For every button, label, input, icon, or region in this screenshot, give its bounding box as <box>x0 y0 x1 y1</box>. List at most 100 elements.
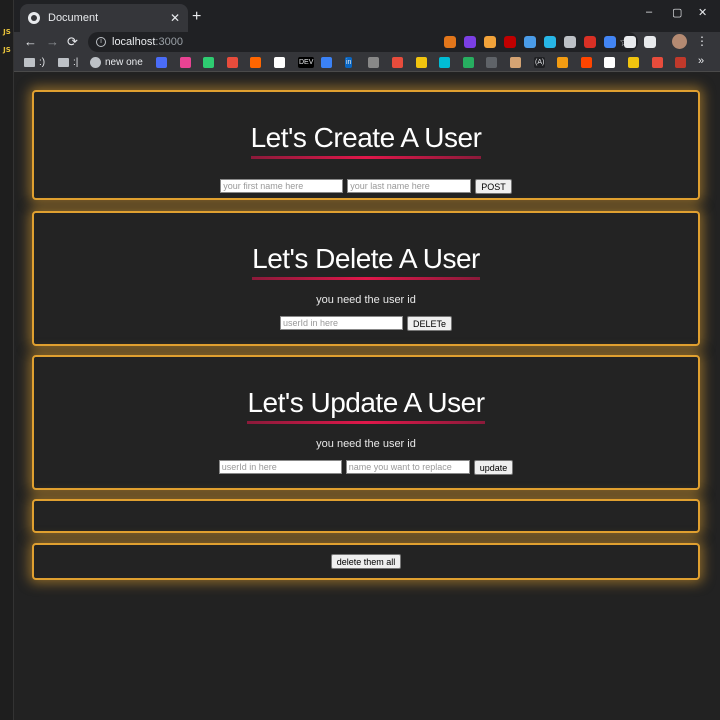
bookmark-bear[interactable] <box>510 56 521 68</box>
last-name-input[interactable] <box>347 179 472 193</box>
compass-icon[interactable] <box>524 36 536 48</box>
c-icon <box>156 56 167 68</box>
folder-icon <box>58 57 69 67</box>
info-icon[interactable]: i <box>96 37 106 47</box>
globe-icon <box>28 12 40 24</box>
reddit-icon <box>581 56 592 68</box>
bookmark-check[interactable] <box>463 56 474 68</box>
create-user-heading: Let's Create A User <box>250 122 482 159</box>
ublock-icon[interactable] <box>504 36 516 48</box>
close-window-button[interactable]: ✕ <box>698 6 707 19</box>
delete-user-heading: Let's Delete A User <box>252 243 480 280</box>
bookmark-a[interactable]: (A) <box>534 56 546 68</box>
bookmark-new-one[interactable]: new one <box>90 56 143 68</box>
close-tab-icon[interactable]: ✕ <box>170 11 180 25</box>
dev-icon: DEV <box>298 56 315 68</box>
bookmark-bicep[interactable] <box>628 56 639 68</box>
bookmark-folder-smile[interactable]: :) <box>24 56 45 68</box>
bookmark-github[interactable] <box>604 56 615 68</box>
update-note: you need the user id <box>316 438 416 450</box>
chrome-menu-icon[interactable]: ⋮ <box>696 34 708 48</box>
bookmark-square[interactable] <box>675 56 686 68</box>
bookmark-y[interactable] <box>250 56 261 68</box>
bookmark-box[interactable] <box>557 56 568 68</box>
bookmark-tag[interactable] <box>652 56 663 68</box>
update-user-card: Let's Update A User you need the user id… <box>32 355 700 490</box>
bookmark-linkedin[interactable]: in <box>345 56 353 68</box>
bookmark-folder-neutral[interactable]: :| <box>58 56 78 68</box>
new-tab-button[interactable]: + <box>192 8 201 26</box>
post-button[interactable]: POST <box>475 179 512 194</box>
bookmark-c[interactable] <box>156 56 167 68</box>
browser-window: Document ✕ + – ▢ ✕ ← → ⟳ i localhost :30… <box>14 0 720 720</box>
bookmark-label: :| <box>73 56 79 68</box>
github-icon <box>604 56 615 68</box>
bookmark-ih[interactable] <box>274 56 285 68</box>
maximize-button[interactable]: ▢ <box>672 6 682 19</box>
update-user-heading: Let's Update A User <box>247 387 485 424</box>
shield-icon[interactable] <box>604 36 616 48</box>
js-file-icon: JS <box>3 28 11 36</box>
bookmark-label: new one <box>105 56 143 68</box>
code-icon <box>203 56 214 68</box>
back-button[interactable]: ← <box>24 34 37 49</box>
update-user-id-input[interactable] <box>218 460 342 474</box>
bookmark-dev[interactable]: DEV <box>298 56 315 68</box>
tab-document[interactable]: Document ✕ <box>20 4 188 32</box>
fox-icon[interactable] <box>444 36 456 48</box>
puzzle-icon[interactable] <box>624 36 636 48</box>
minimize-button[interactable]: – <box>646 6 652 18</box>
bookmark-code[interactable] <box>203 56 214 68</box>
bookmark-reddit[interactable] <box>581 56 592 68</box>
check-icon <box>463 56 474 68</box>
delete-all-button[interactable]: delete them all <box>330 554 402 569</box>
y-icon <box>250 56 261 68</box>
bookmark-k[interactable] <box>439 56 450 68</box>
bookmark-pulse[interactable] <box>227 56 238 68</box>
mail-icon[interactable] <box>584 36 596 48</box>
replace-name-input[interactable] <box>345 460 470 474</box>
star-icon <box>180 56 191 68</box>
editor-strip: JS JS <box>0 0 14 720</box>
feather-icon[interactable] <box>484 36 496 48</box>
pulse-icon <box>227 56 238 68</box>
bookmark-p[interactable] <box>392 56 403 68</box>
bookmark-star[interactable] <box>180 56 191 68</box>
p-icon <box>392 56 403 68</box>
bookmark-key[interactable] <box>416 56 427 68</box>
create-user-card: Let's Create A User POST <box>32 90 700 200</box>
delete-button[interactable]: DELETe <box>406 316 453 331</box>
a-icon: (A) <box>534 56 546 68</box>
more-bookmarks-icon[interactable]: » <box>698 55 704 67</box>
key-icon <box>416 56 427 68</box>
bookmark-drop2[interactable] <box>486 56 497 68</box>
menu-icon <box>368 56 379 68</box>
url-port: :3000 <box>155 36 183 48</box>
url-host: localhost <box>112 36 156 48</box>
drop-icon[interactable] <box>544 36 556 48</box>
forward-button[interactable]: → <box>46 34 59 49</box>
js-file-icon: JS <box>3 46 11 54</box>
reload-button[interactable]: ⟳ <box>67 34 78 50</box>
update-button[interactable]: update <box>473 460 514 475</box>
profile-avatar[interactable] <box>672 34 687 49</box>
page-content: Let's Create A User POST Let's Delete A … <box>14 72 720 720</box>
glasses-icon[interactable] <box>564 36 576 48</box>
bicep-icon <box>628 56 639 68</box>
delete-user-id-input[interactable] <box>279 316 403 330</box>
playlist-icon[interactable] <box>644 36 656 48</box>
bookmark-menu[interactable] <box>368 56 379 68</box>
first-name-input[interactable] <box>220 179 344 193</box>
folder-icon <box>24 57 35 67</box>
delete-user-card: Let's Delete A User you need the user id… <box>32 211 700 346</box>
wordpress-icon <box>90 56 101 68</box>
bookmark-diamond[interactable] <box>321 56 332 68</box>
delete-all-card: delete them all <box>32 543 700 580</box>
ih-icon <box>274 56 285 68</box>
square-icon <box>675 56 686 68</box>
diamond-icon <box>321 56 332 68</box>
hexagon-icon[interactable] <box>464 36 476 48</box>
bear-icon <box>510 56 521 68</box>
tab-strip: Document ✕ + – ▢ ✕ <box>14 0 720 32</box>
box-icon <box>557 56 568 68</box>
